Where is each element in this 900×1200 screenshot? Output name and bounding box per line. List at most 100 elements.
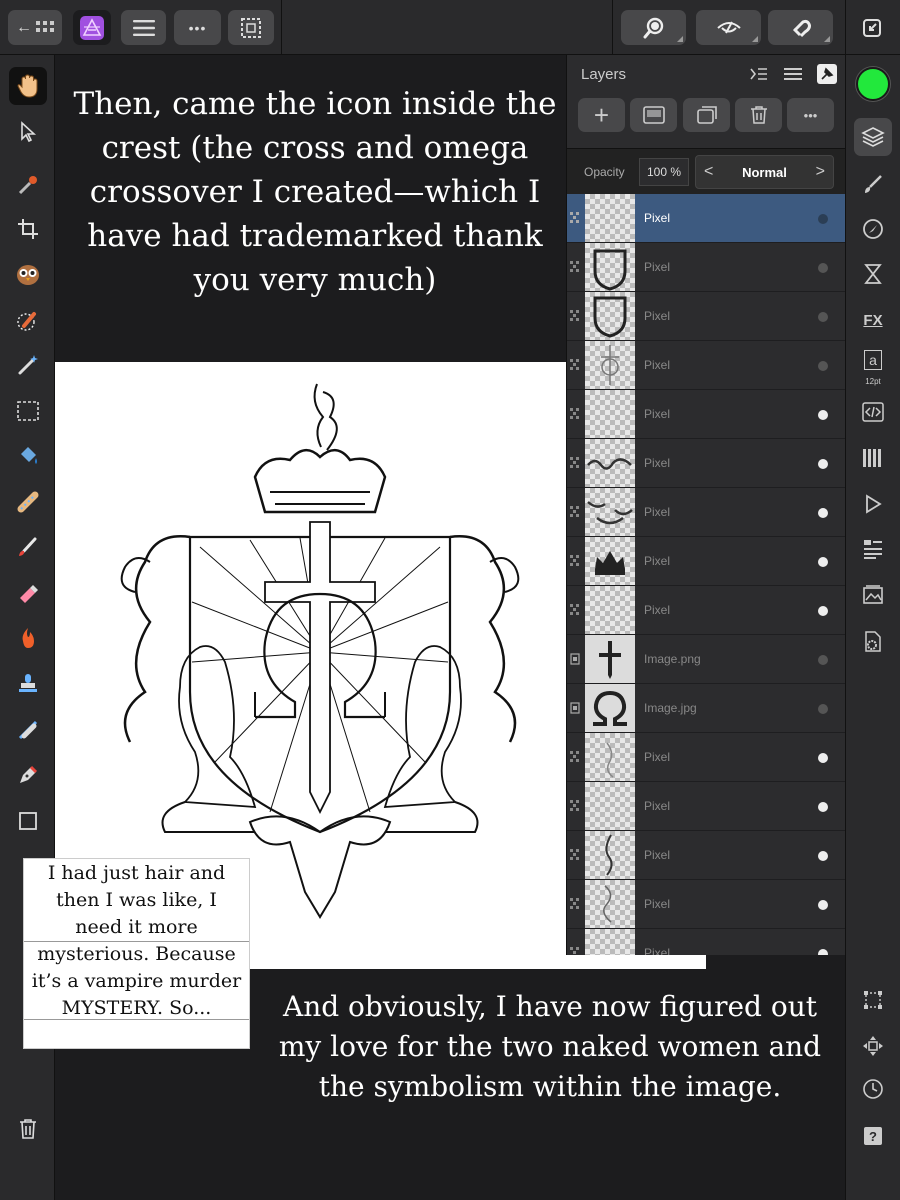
visibility-toggle[interactable] bbox=[818, 655, 828, 665]
smudge-brush-tool[interactable] bbox=[9, 711, 47, 749]
pin-panel-icon[interactable] bbox=[817, 64, 837, 84]
layer-row[interactable]: Pixel bbox=[567, 390, 845, 439]
opacity-value-field[interactable]: 100 % bbox=[639, 158, 689, 186]
layer-row[interactable]: Pixel bbox=[567, 782, 845, 831]
visibility-toggle[interactable] bbox=[818, 949, 828, 955]
drag-handle-icon[interactable] bbox=[570, 261, 580, 273]
visibility-toggle[interactable] bbox=[818, 900, 828, 910]
add-layer-button[interactable]: + bbox=[578, 98, 625, 132]
paint-brush-tool[interactable] bbox=[9, 528, 47, 566]
liquify-persona-tool[interactable] bbox=[9, 255, 47, 293]
move-studio-button[interactable] bbox=[854, 1027, 892, 1065]
move-tool[interactable] bbox=[9, 113, 47, 151]
blend-next-chevron-icon[interactable]: > bbox=[816, 163, 825, 181]
history-clock-button[interactable] bbox=[854, 1070, 892, 1108]
layers-studio-button[interactable] bbox=[854, 118, 892, 156]
more-options-button[interactable]: ••• bbox=[174, 10, 221, 45]
history-studio-button[interactable] bbox=[854, 255, 892, 293]
info-studio-button[interactable] bbox=[854, 530, 892, 568]
snapping-button[interactable] bbox=[768, 10, 833, 45]
hide-ui-button[interactable] bbox=[857, 10, 887, 45]
layer-row[interactable]: Pixel bbox=[567, 292, 845, 341]
drag-handle-icon[interactable] bbox=[570, 849, 580, 861]
visibility-toggle[interactable] bbox=[818, 410, 828, 420]
text-styles-studio-button[interactable]: a 12pt bbox=[854, 345, 892, 386]
burn-brush-tool[interactable] bbox=[9, 619, 47, 657]
layer-row[interactable]: Pixel bbox=[567, 439, 845, 488]
blend-prev-chevron-icon[interactable]: < bbox=[704, 163, 713, 181]
panel-menu-icon[interactable] bbox=[783, 64, 803, 84]
flood-select-tool[interactable] bbox=[9, 346, 47, 384]
paint-mixer-tool[interactable] bbox=[9, 483, 47, 521]
document-settings-button[interactable] bbox=[854, 623, 892, 661]
layer-row[interactable]: Pixel bbox=[567, 194, 845, 243]
layer-row[interactable]: Pixel bbox=[567, 341, 845, 390]
shape-tool[interactable] bbox=[9, 802, 47, 840]
drag-handle-icon[interactable] bbox=[570, 212, 580, 224]
zoom-view-button[interactable] bbox=[621, 10, 686, 45]
marquee-tool[interactable] bbox=[9, 392, 47, 430]
blend-mode-selector[interactable]: < Normal > bbox=[695, 155, 834, 189]
layer-row[interactable]: Pixel bbox=[567, 929, 845, 955]
layer-row[interactable]: Pixel bbox=[567, 831, 845, 880]
visibility-toggle[interactable] bbox=[818, 312, 828, 322]
add-group-button[interactable] bbox=[683, 98, 730, 132]
drag-handle-icon[interactable] bbox=[570, 947, 580, 955]
menu-button[interactable] bbox=[121, 10, 166, 45]
layer-row[interactable]: Pixel bbox=[567, 243, 845, 292]
visibility-toggle[interactable] bbox=[818, 361, 828, 371]
brushes-studio-button[interactable] bbox=[854, 165, 892, 203]
help-button[interactable]: ? bbox=[854, 1117, 892, 1155]
assistant-button[interactable] bbox=[696, 10, 761, 45]
drag-handle-icon[interactable] bbox=[570, 506, 580, 518]
delete-button[interactable] bbox=[9, 1110, 47, 1148]
drag-handle-icon[interactable] bbox=[570, 604, 580, 616]
layer-row[interactable]: Pixel bbox=[567, 733, 845, 782]
visibility-toggle[interactable] bbox=[818, 851, 828, 861]
clone-brush-tool[interactable] bbox=[9, 665, 47, 703]
pen-tool[interactable] bbox=[9, 756, 47, 794]
layer-row[interactable]: Pixel bbox=[567, 488, 845, 537]
crop-tool[interactable] bbox=[9, 210, 47, 248]
delete-layer-button[interactable] bbox=[735, 98, 782, 132]
visibility-toggle[interactable] bbox=[818, 557, 828, 567]
color-swatch-button[interactable] bbox=[854, 65, 892, 103]
back-to-gallery-button[interactable]: ← bbox=[8, 10, 62, 45]
expand-panel-icon[interactable] bbox=[749, 64, 769, 84]
visibility-toggle[interactable] bbox=[818, 263, 828, 273]
persona-photo-button[interactable] bbox=[73, 10, 111, 45]
navigator-studio-button[interactable] bbox=[854, 485, 892, 523]
view-tool[interactable] bbox=[9, 67, 47, 105]
visibility-toggle[interactable] bbox=[818, 802, 828, 812]
drag-handle-icon[interactable] bbox=[570, 359, 580, 371]
color-picker-tool[interactable] bbox=[9, 166, 47, 204]
effects-studio-button[interactable]: FX bbox=[854, 301, 892, 339]
macro-studio-button[interactable] bbox=[854, 393, 892, 431]
drag-handle-icon[interactable] bbox=[570, 800, 580, 812]
add-mask-button[interactable] bbox=[630, 98, 677, 132]
erase-brush-tool[interactable] bbox=[9, 574, 47, 612]
visibility-toggle[interactable] bbox=[818, 459, 828, 469]
drag-handle-icon[interactable] bbox=[570, 457, 580, 469]
selection-mode-button[interactable] bbox=[228, 10, 274, 45]
visibility-toggle[interactable] bbox=[818, 606, 828, 616]
stock-studio-button[interactable] bbox=[854, 576, 892, 614]
layer-row[interactable]: Pixel bbox=[567, 586, 845, 635]
layer-row[interactable]: Image.jpg bbox=[567, 684, 845, 733]
drag-handle-icon[interactable] bbox=[570, 751, 580, 763]
visibility-toggle[interactable] bbox=[818, 508, 828, 518]
layer-options-button[interactable]: ••• bbox=[787, 98, 834, 132]
visibility-toggle[interactable] bbox=[818, 753, 828, 763]
layer-row[interactable]: Pixel bbox=[567, 880, 845, 929]
drag-handle-icon[interactable] bbox=[570, 408, 580, 420]
layer-row[interactable]: Image.png bbox=[567, 635, 845, 684]
selection-brush-tool[interactable] bbox=[9, 301, 47, 339]
drag-handle-icon[interactable] bbox=[570, 898, 580, 910]
visibility-toggle[interactable] bbox=[818, 704, 828, 714]
visibility-toggle[interactable] bbox=[818, 214, 828, 224]
drag-handle-icon[interactable] bbox=[570, 310, 580, 322]
flood-fill-tool[interactable] bbox=[9, 437, 47, 475]
channels-studio-button[interactable] bbox=[854, 439, 892, 477]
transform-studio-button[interactable] bbox=[854, 981, 892, 1019]
adjustments-studio-button[interactable] bbox=[854, 210, 892, 248]
